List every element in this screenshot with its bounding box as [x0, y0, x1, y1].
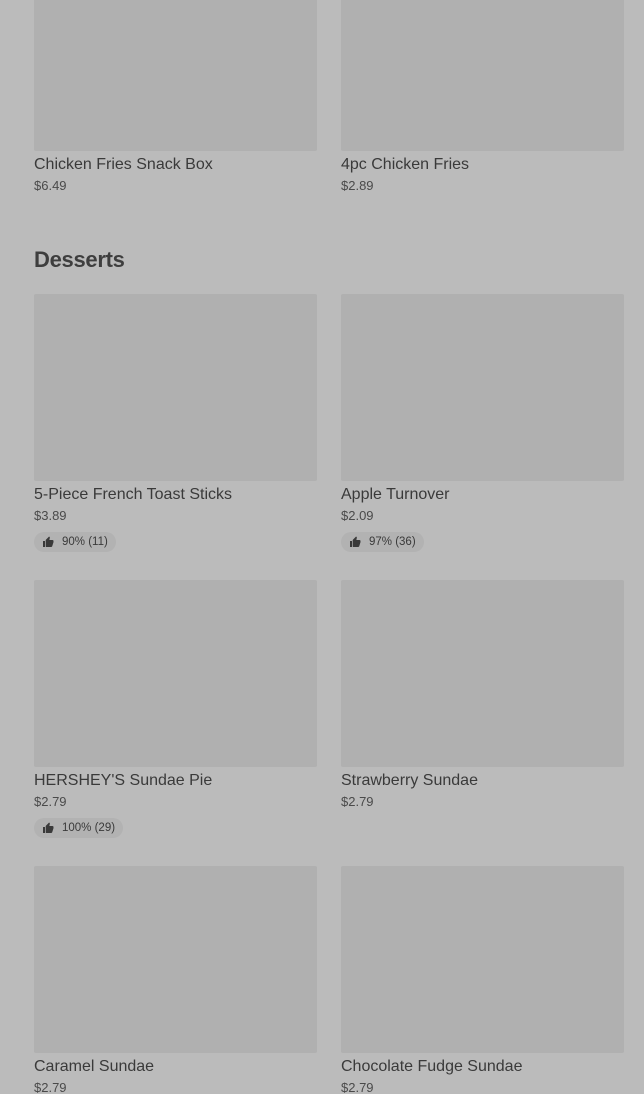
rating-badge: 100% (29): [34, 818, 124, 838]
menu-row: 5-Piece French Toast Sticks $3.89 90% (1…: [34, 294, 624, 553]
rating-text: 90% (11): [62, 536, 108, 548]
menu-row: HERSHEY'S Sundae Pie $2.79 100% (29) Str…: [34, 580, 624, 839]
menu-item-card[interactable]: 4pc Chicken Fries $2.89: [341, 0, 624, 194]
item-name: Chocolate Fudge Sundae: [341, 1058, 523, 1075]
item-price: $2.79: [341, 794, 374, 809]
rating-badge: 97% (36): [341, 532, 424, 552]
menu-item-card[interactable]: 5-Piece French Toast Sticks $3.89 90% (1…: [34, 294, 317, 553]
item-price: $2.09: [341, 508, 374, 523]
item-name: Caramel Sundae: [34, 1058, 155, 1075]
item-price: $2.79: [34, 794, 67, 809]
section-title-desserts: Desserts: [34, 247, 125, 272]
item-price: $6.49: [34, 178, 67, 193]
menu-item-card[interactable]: Chicken Fries Snack Box $6.49: [34, 0, 317, 194]
menu-item-card[interactable]: HERSHEY'S Sundae Pie $2.79 100% (29): [34, 580, 317, 839]
menu-row: Chicken Fries Snack Box $6.49 4pc Chicke…: [34, 0, 624, 194]
menu-row: Caramel Sundae $2.79 Chocolate Fudge Sun…: [34, 866, 624, 1094]
item-name: Strawberry Sundae: [341, 772, 478, 789]
item-price: $3.89: [34, 508, 67, 523]
item-name: Apple Turnover: [341, 486, 450, 503]
rating-text: 97% (36): [369, 536, 416, 548]
item-price: $2.89: [341, 178, 374, 193]
item-image: [34, 294, 317, 481]
item-image: [34, 866, 317, 1053]
menu-item-card[interactable]: Strawberry Sundae $2.79: [341, 580, 624, 839]
rating-text: 100% (29): [62, 822, 116, 834]
item-price: $2.79: [34, 1080, 67, 1094]
item-name: Chicken Fries Snack Box: [34, 156, 213, 173]
thumbs-up-icon: [43, 822, 54, 833]
item-image: [34, 0, 317, 151]
item-image: [341, 866, 624, 1053]
menu-item-card[interactable]: Caramel Sundae $2.79: [34, 866, 317, 1094]
thumbs-up-icon: [43, 536, 54, 547]
item-name: 4pc Chicken Fries: [341, 156, 470, 173]
item-image: [341, 580, 624, 767]
menu-page: Chicken Fries Snack Box $6.49 4pc Chicke…: [0, 0, 644, 1094]
menu-item-card[interactable]: Chocolate Fudge Sundae $2.79: [341, 866, 624, 1094]
item-price: $2.79: [341, 1080, 374, 1094]
item-image: [341, 0, 624, 151]
menu-item-card[interactable]: Apple Turnover $2.09 97% (36): [341, 294, 624, 553]
item-name: 5-Piece French Toast Sticks: [34, 486, 233, 503]
thumbs-up-icon: [350, 536, 361, 547]
rating-badge: 90% (11): [34, 532, 116, 552]
item-image: [341, 294, 624, 481]
item-name: HERSHEY'S Sundae Pie: [34, 772, 213, 789]
item-image: [34, 580, 317, 767]
